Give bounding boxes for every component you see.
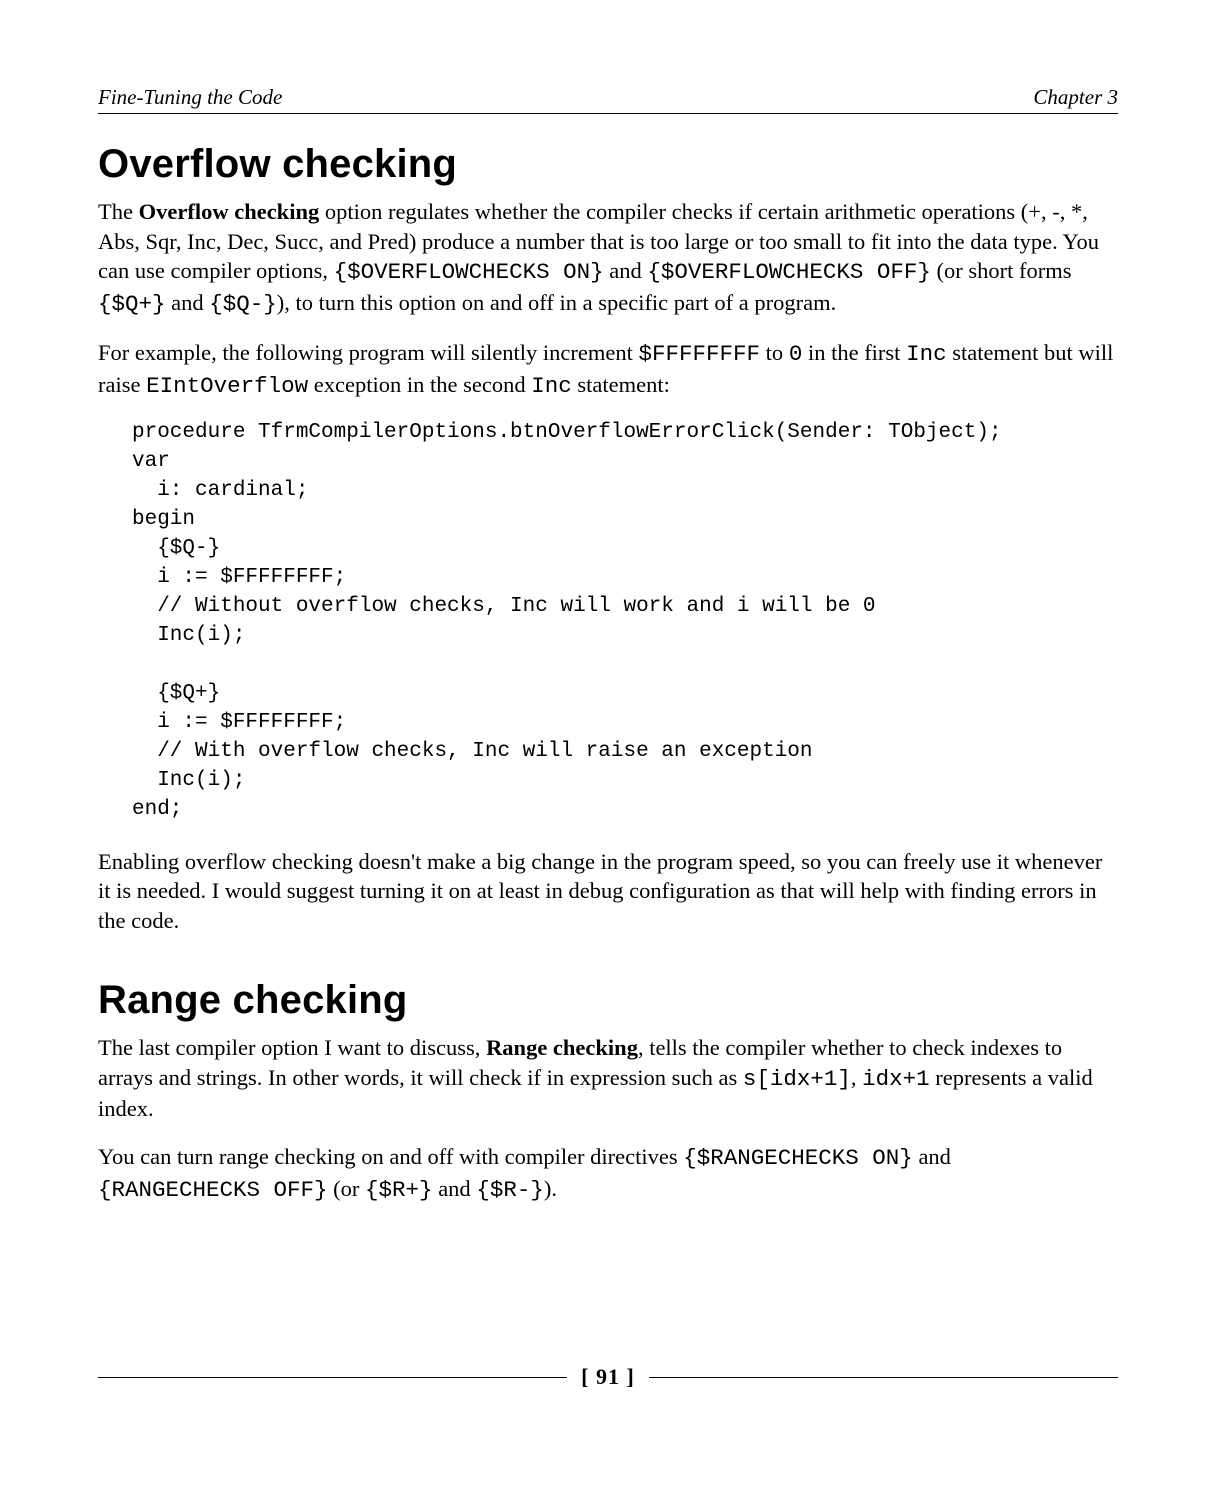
bold-text: Overflow checking: [139, 199, 320, 224]
inline-code: 0: [789, 341, 803, 367]
inline-code: {$R-}: [476, 1177, 544, 1203]
range-paragraph-1: The last compiler option I want to discu…: [98, 1033, 1118, 1124]
inline-code: {$OVERFLOWCHECKS OFF}: [647, 259, 931, 285]
inline-code: {$Q-}: [209, 291, 277, 317]
text: ), to turn this option on and off in a s…: [277, 290, 836, 315]
inline-code: EIntOverflow: [146, 373, 308, 399]
text: For example, the following program will …: [98, 340, 639, 365]
text: in the first: [802, 340, 906, 365]
section-title-range: Range checking: [98, 978, 1118, 1023]
range-paragraph-2: You can turn range checking on and off w…: [98, 1142, 1118, 1205]
footer-rule-right: [649, 1377, 1118, 1378]
inline-code: idx+1: [862, 1066, 930, 1092]
bold-text: Range checking: [486, 1035, 638, 1060]
running-header-right: Chapter 3: [1033, 86, 1118, 109]
inline-code: Inc: [531, 373, 572, 399]
text: and: [166, 290, 210, 315]
page-number: [ 91 ]: [581, 1364, 635, 1390]
inline-code: {$RANGECHECKS ON}: [683, 1145, 913, 1171]
overflow-paragraph-3: Enabling overflow checking doesn't make …: [98, 847, 1118, 936]
text: statement:: [572, 372, 670, 397]
running-header: Fine-Tuning the Code Chapter 3: [98, 86, 1118, 114]
text: and: [433, 1176, 477, 1201]
text: to: [760, 340, 789, 365]
footer-rule-left: [98, 1377, 567, 1378]
text: and: [604, 258, 648, 283]
inline-code: {RANGECHECKS OFF}: [98, 1177, 328, 1203]
text: The: [98, 199, 139, 224]
inline-code: {$OVERFLOWCHECKS ON}: [334, 259, 604, 285]
page-footer: [ 91 ]: [0, 1364, 1216, 1390]
code-block-overflow: procedure TfrmCompilerOptions.btnOverflo…: [132, 419, 1118, 825]
inline-code: {$Q+}: [98, 291, 166, 317]
text: ).: [544, 1176, 557, 1201]
text: exception in the second: [308, 372, 531, 397]
text: and: [913, 1144, 951, 1169]
page: Fine-Tuning the Code Chapter 3 Overflow …: [0, 0, 1216, 1500]
inline-code: {$R+}: [365, 1177, 433, 1203]
text: (or short forms: [931, 258, 1072, 283]
inline-code: Inc: [906, 341, 947, 367]
inline-code: $FFFFFFFF: [639, 341, 761, 367]
inline-code: s[idx+1]: [743, 1066, 851, 1092]
overflow-paragraph-2: For example, the following program will …: [98, 338, 1118, 401]
text: (or: [328, 1176, 366, 1201]
section-title-overflow: Overflow checking: [98, 142, 1118, 187]
running-header-left: Fine-Tuning the Code: [98, 86, 282, 109]
overflow-paragraph-1: The Overflow checking option regulates w…: [98, 197, 1118, 320]
text: The last compiler option I want to discu…: [98, 1035, 486, 1060]
text: ,: [851, 1065, 862, 1090]
text: You can turn range checking on and off w…: [98, 1144, 683, 1169]
